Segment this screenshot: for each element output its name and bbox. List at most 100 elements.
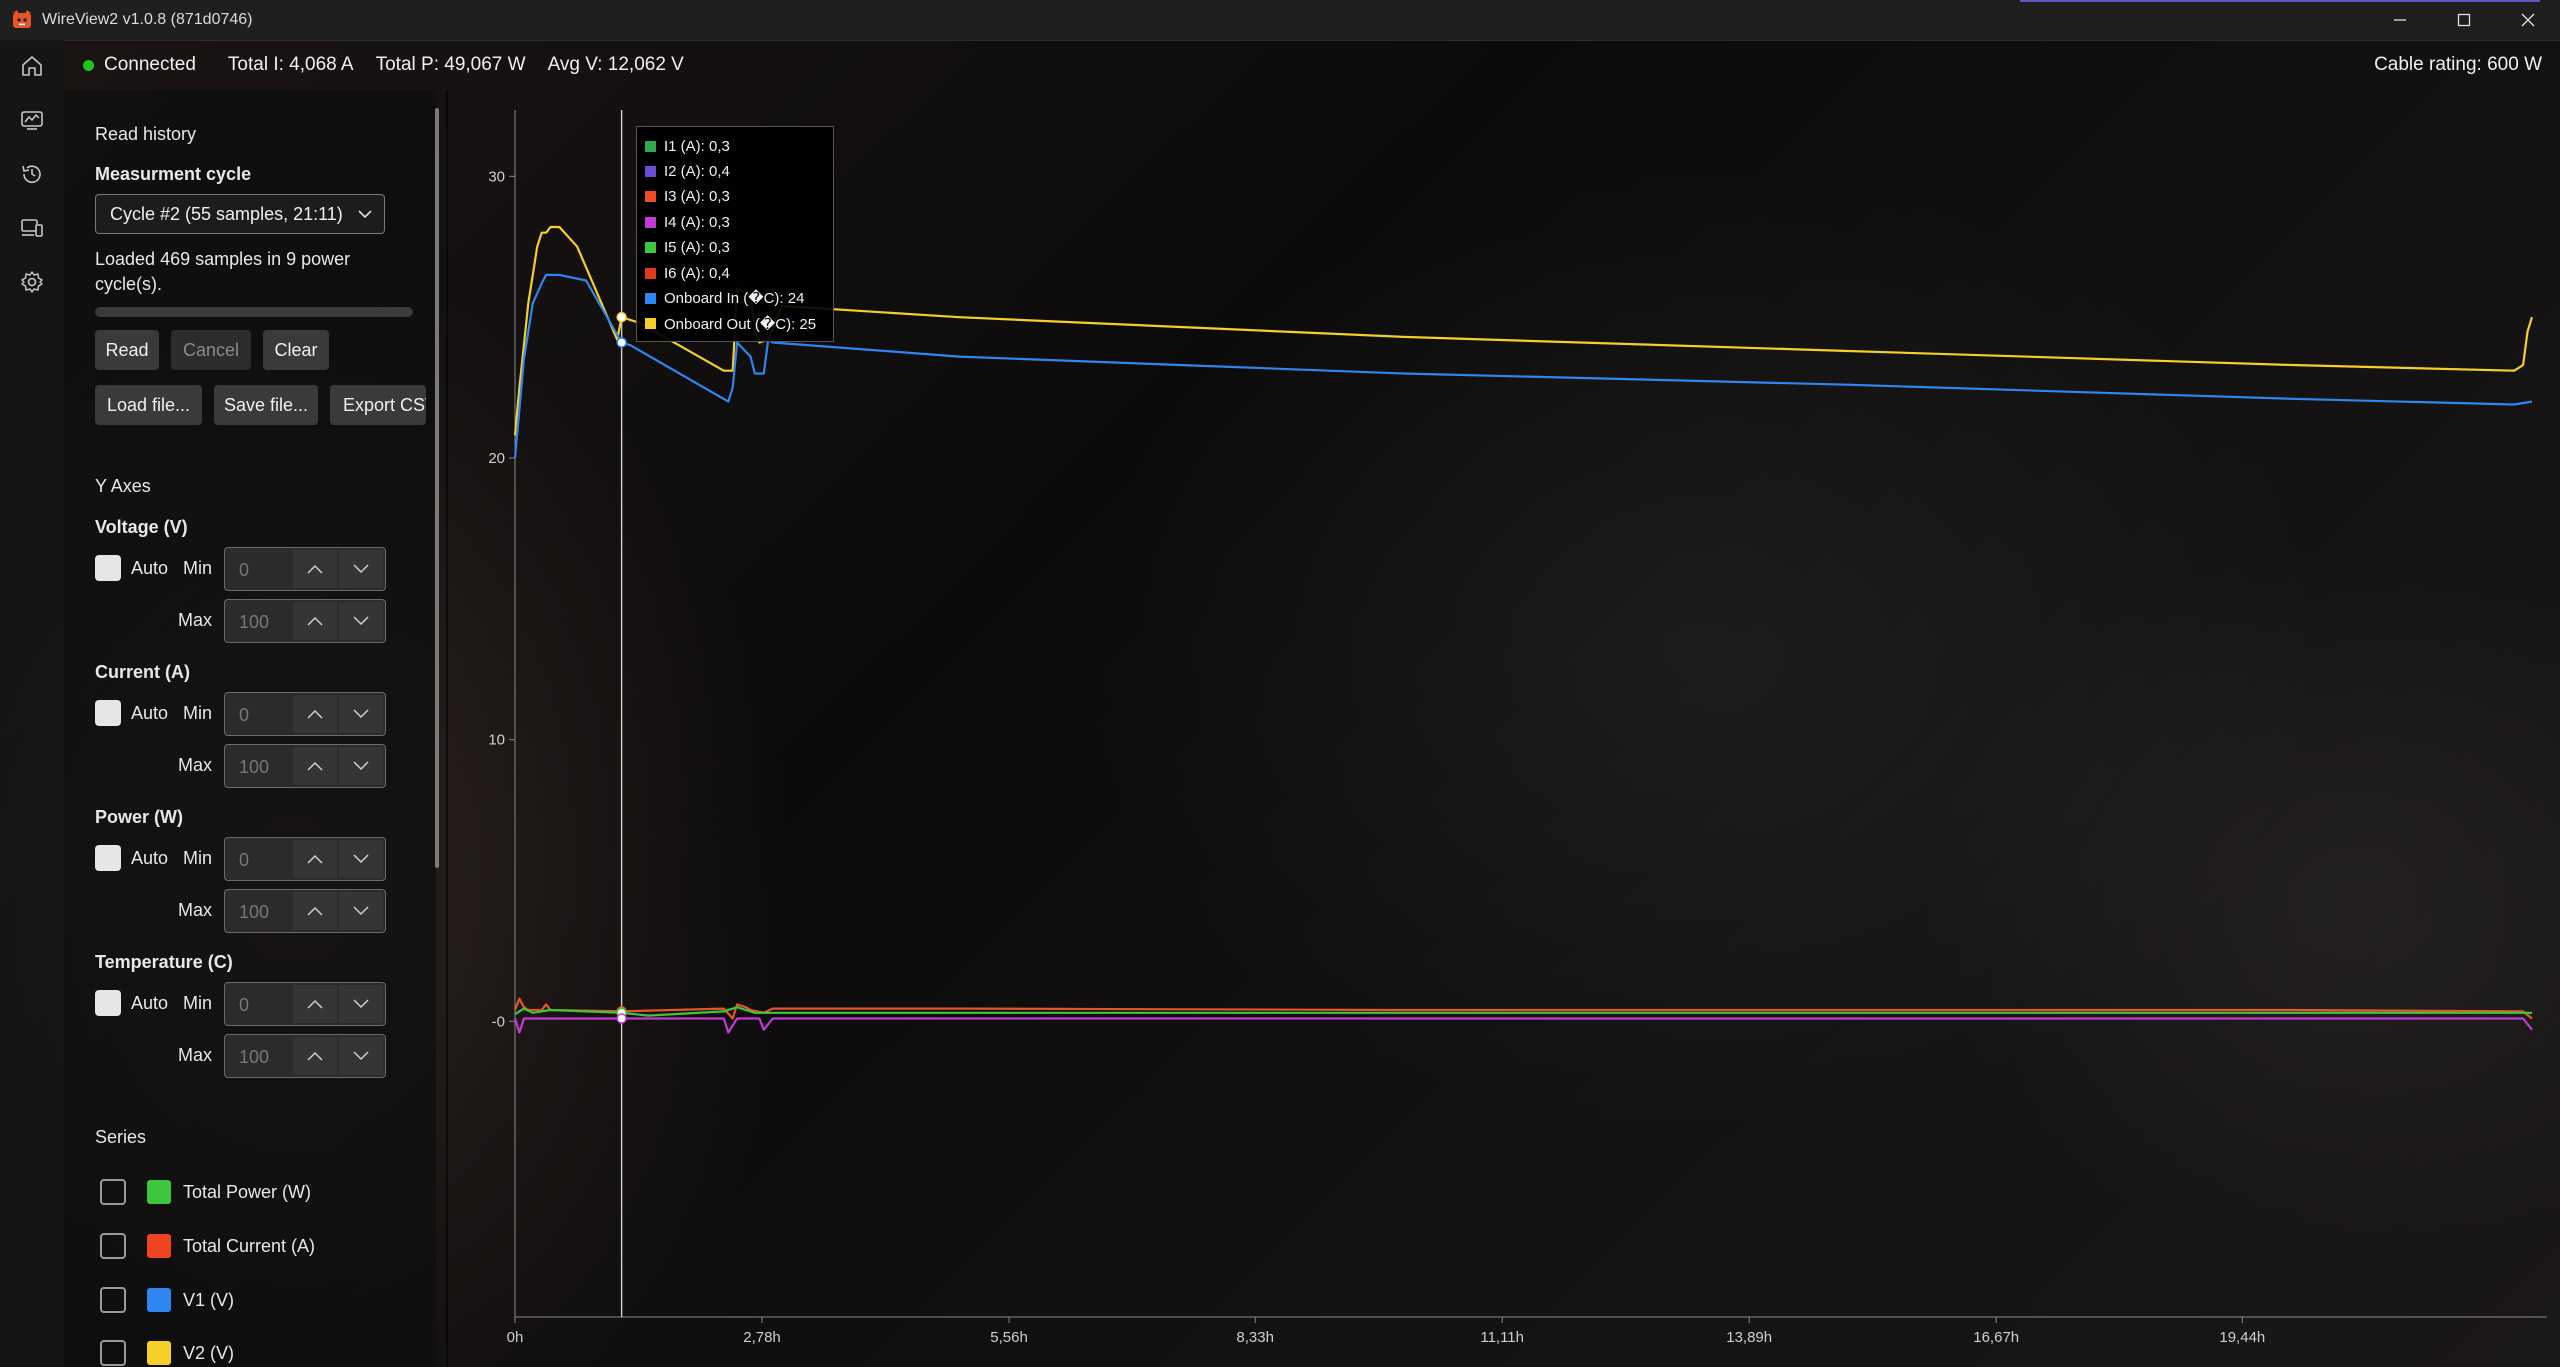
x-tick-label: 5,56h [990, 1329, 1028, 1346]
power-auto-checkbox[interactable] [95, 845, 121, 871]
tooltip-text: I5 (A): 0,3 [664, 239, 730, 257]
temperature-max-stepper[interactable]: 100 [224, 1034, 386, 1078]
tooltip-swatch [645, 216, 656, 228]
series-line [513, 997, 2533, 1020]
read-button[interactable]: Read [95, 330, 159, 370]
panel-scrollbar[interactable] [435, 108, 439, 868]
chevron-up-icon [307, 564, 323, 574]
nav-settings[interactable] [16, 266, 48, 298]
maximize-button[interactable] [2432, 0, 2496, 40]
chevron-down-icon [353, 616, 369, 626]
chevron-down-icon [353, 761, 369, 771]
cycle-dropdown[interactable]: Cycle #2 (55 samples, 21:11) [95, 194, 385, 234]
cursor-marker [616, 1013, 627, 1024]
monitor-chart-icon [21, 111, 43, 130]
voltage-min-increment[interactable] [293, 550, 337, 588]
series-line [513, 1017, 2533, 1034]
load-progress-bar [95, 307, 413, 317]
current-min-label: Min [183, 703, 213, 723]
series-checkbox-v1[interactable] [100, 1287, 126, 1313]
temperature-max-label: Max [178, 1045, 213, 1065]
export-csv-button[interactable]: Export CSV [330, 385, 426, 425]
temperature-min-increment[interactable] [293, 985, 337, 1023]
temperature-auto-checkbox[interactable] [95, 990, 121, 1016]
power-min-increment[interactable] [293, 840, 337, 878]
window-title: WireView2 v1.0.8 (871d0746) [42, 11, 253, 28]
power-min-stepper[interactable]: 0 [224, 837, 386, 881]
current-max-increment[interactable] [293, 747, 337, 785]
power-min-decrement[interactable] [339, 840, 383, 878]
close-button[interactable] [2496, 0, 2560, 40]
chevron-up-icon [307, 854, 323, 864]
tooltip-text: Onboard In (�C): 24 [664, 290, 805, 308]
tooltip-text: I2 (A): 0,4 [664, 162, 730, 180]
series-checkbox-v2[interactable] [100, 1340, 126, 1366]
nav-devices[interactable] [16, 212, 48, 244]
power-max-stepper[interactable]: 100 [224, 889, 386, 933]
maximize-icon [2457, 13, 2471, 27]
title-bar: WireView2 v1.0.8 (871d0746) [0, 0, 2560, 41]
power-axis-label: Power (W) [95, 807, 183, 827]
temperature-max-increment[interactable] [293, 1037, 337, 1075]
voltage-max-decrement[interactable] [339, 602, 383, 640]
power-auto-label: Auto [131, 848, 169, 868]
voltage-auto-checkbox[interactable] [95, 555, 121, 581]
current-min-value: 0 [239, 705, 250, 725]
series-label-v1: V1 (V) [183, 1290, 235, 1310]
minimize-button[interactable] [2368, 0, 2432, 40]
temperature-max-decrement[interactable] [339, 1037, 383, 1075]
tooltip-row: I5 (A): 0,3 [645, 238, 730, 258]
power-max-decrement[interactable] [339, 892, 383, 930]
tooltip-text: I4 (A): 0,3 [664, 213, 730, 231]
window-controls [2368, 0, 2560, 40]
voltage-min-decrement[interactable] [339, 550, 383, 588]
voltage-max-stepper[interactable]: 100 [224, 599, 386, 643]
power-max-increment[interactable] [293, 892, 337, 930]
tooltip-swatch [645, 292, 656, 304]
nav-monitor[interactable] [16, 104, 48, 136]
series-checkbox-total-current[interactable] [100, 1233, 126, 1259]
close-icon [2521, 13, 2535, 27]
cancel-button[interactable]: Cancel [171, 330, 251, 370]
voltage-max-increment[interactable] [293, 602, 337, 640]
series-checkbox-total-power[interactable] [100, 1179, 126, 1205]
chevron-up-icon [307, 709, 323, 719]
x-tick-label: 16,67h [1973, 1329, 2019, 1346]
panel-divider[interactable] [446, 90, 448, 1367]
gear-icon [21, 271, 43, 293]
temperature-min-decrement[interactable] [339, 985, 383, 1023]
save-file-button[interactable]: Save file... [214, 385, 318, 425]
chevron-up-icon [307, 1051, 323, 1061]
chevron-down-icon [353, 999, 369, 1009]
app-logo-icon [13, 10, 31, 28]
current-min-increment[interactable] [293, 695, 337, 733]
load-file-button[interactable]: Load file... [95, 385, 202, 425]
series-swatch-v2 [147, 1341, 171, 1365]
chevron-down-icon [353, 854, 369, 864]
voltage-min-stepper[interactable]: 0 [224, 547, 386, 591]
current-min-decrement[interactable] [339, 695, 383, 733]
voltage-axis-label: Voltage (V) [95, 517, 188, 537]
clear-button[interactable]: Clear [263, 330, 329, 370]
chevron-down-icon [353, 564, 369, 574]
series-swatch-total-current [147, 1234, 171, 1258]
read-history-heading: Read history [95, 124, 197, 144]
power-min-value: 0 [239, 850, 250, 870]
tooltip-swatch [645, 267, 656, 279]
tooltip-swatch [645, 165, 656, 177]
voltage-max-label: Max [178, 610, 213, 630]
current-auto-checkbox[interactable] [95, 700, 121, 726]
avg-voltage: Avg V: 12,062 V [547, 54, 684, 75]
tooltip-swatch [645, 318, 656, 330]
nav-history[interactable] [16, 158, 48, 190]
tooltip-text: I1 (A): 0,3 [664, 137, 730, 155]
nav-home[interactable] [16, 50, 48, 82]
temperature-min-stepper[interactable]: 0 [224, 982, 386, 1026]
current-max-stepper[interactable]: 100 [224, 744, 386, 788]
series-swatch-v1 [147, 1288, 171, 1312]
temperature-max-value: 100 [239, 1047, 270, 1067]
current-min-stepper[interactable]: 0 [224, 692, 386, 736]
tooltip-text: I3 (A): 0,3 [664, 188, 730, 206]
current-max-decrement[interactable] [339, 747, 383, 785]
temperature-axis-label: Temperature (C) [95, 952, 233, 972]
